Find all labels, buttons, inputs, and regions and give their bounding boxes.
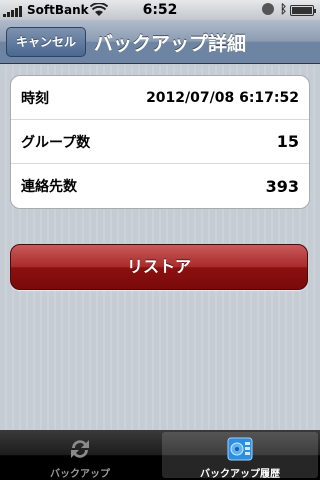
cancel-button[interactable]: キャンセル xyxy=(6,27,87,57)
orientation-lock-icon xyxy=(262,3,274,15)
battery-icon xyxy=(290,5,316,16)
bluetooth-icon: ᛒ xyxy=(280,2,288,16)
navigation-bar: キャンセル バックアップ詳細 xyxy=(0,20,320,64)
tab-bar: バックアップ バックアップ履歴 xyxy=(0,430,320,480)
detail-value: 393 xyxy=(265,176,299,196)
detail-label: 時刻 xyxy=(21,90,49,107)
detail-label: 連絡先数 xyxy=(21,179,77,195)
details-group: 時刻 2012/07/08 6:17:52 グループ数 15 連絡先数 393 xyxy=(10,75,310,209)
status-bar: SoftBank 6:52 ᛒ xyxy=(0,0,320,20)
tab-label: バックアップ xyxy=(50,469,110,480)
detail-value: 2012/07/08 6:17:52 xyxy=(146,89,299,106)
page-title: バックアップ詳細 xyxy=(94,33,247,55)
tab-label: バックアップ履歴 xyxy=(200,469,280,480)
detail-row-contacts: 連絡先数 393 xyxy=(11,164,309,208)
restore-button[interactable]: リストア xyxy=(10,244,308,290)
detail-label: グループ数 xyxy=(21,134,91,151)
detail-value: 15 xyxy=(276,132,299,151)
tab-backup[interactable]: バックアップ xyxy=(2,432,158,480)
sync-icon xyxy=(71,440,89,458)
detail-row-time: 時刻 2012/07/08 6:17:52 xyxy=(11,76,309,120)
tab-backup-history[interactable]: バックアップ履歴 xyxy=(162,432,318,480)
content-area: 時刻 2012/07/08 6:17:52 グループ数 15 連絡先数 393 … xyxy=(0,65,320,430)
backup-history-icon xyxy=(227,437,253,461)
detail-row-groups: グループ数 15 xyxy=(11,120,309,164)
